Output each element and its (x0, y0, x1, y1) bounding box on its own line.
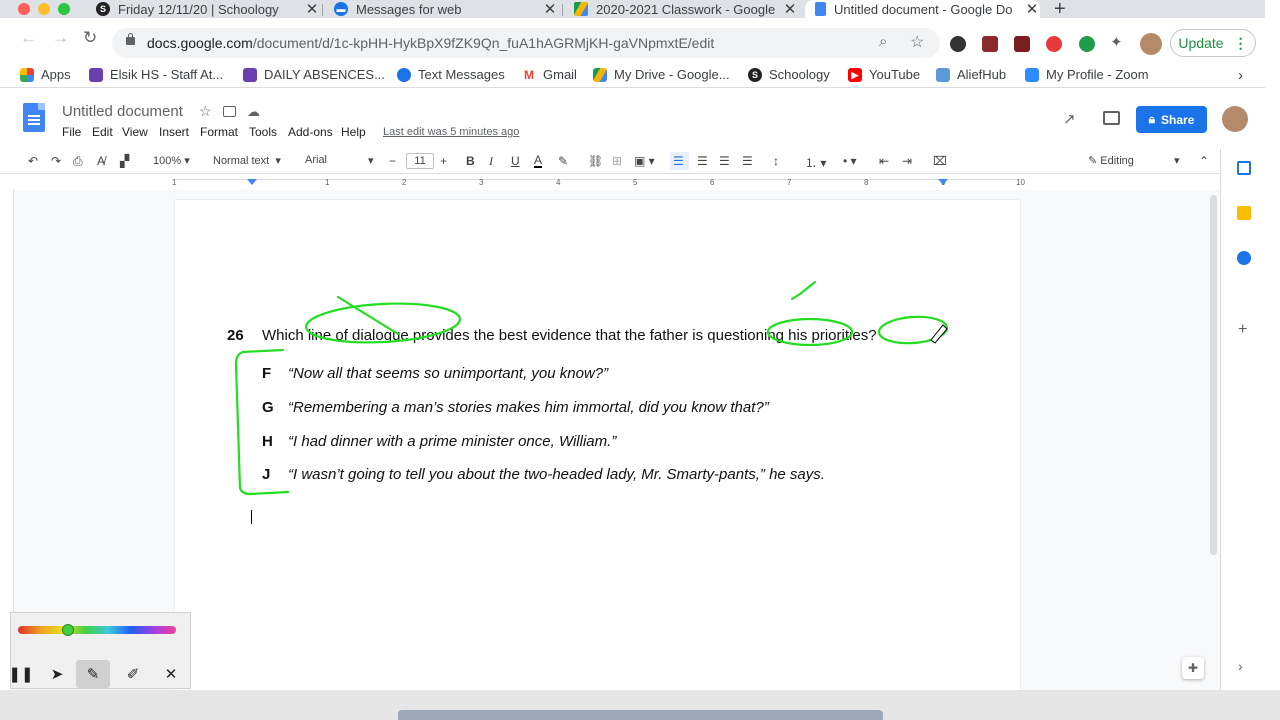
document-scrollbar[interactable] (1210, 195, 1217, 555)
close-pen-icon[interactable]: ✕ (154, 660, 188, 688)
pen-icon[interactable]: ✎ (76, 660, 110, 688)
dock (398, 710, 883, 720)
side-panel (1220, 149, 1265, 690)
annotation-strike (336, 295, 400, 336)
tasks-icon[interactable] (1237, 251, 1251, 265)
expand-panel-chevron-icon[interactable]: › (1238, 658, 1243, 674)
annotation-circle (304, 302, 462, 344)
annotation-bracket (234, 348, 290, 496)
annotation-check (790, 280, 817, 301)
add-on-plus-icon[interactable]: + (1238, 321, 1247, 339)
window-edge (1265, 0, 1280, 690)
annotation-circle (766, 317, 854, 347)
pause-icon[interactable]: ❚❚ (4, 660, 38, 688)
explore-icon[interactable]: ✚ (1182, 657, 1204, 679)
keep-icon[interactable] (1237, 206, 1251, 220)
calendar-icon[interactable] (1237, 161, 1251, 175)
pointer-icon[interactable]: ➤ (40, 660, 74, 688)
highlighter-icon[interactable]: ✐ (116, 660, 150, 688)
color-slider[interactable] (18, 626, 176, 634)
color-slider-thumb[interactable] (62, 624, 74, 636)
pen-annotations (234, 280, 949, 496)
